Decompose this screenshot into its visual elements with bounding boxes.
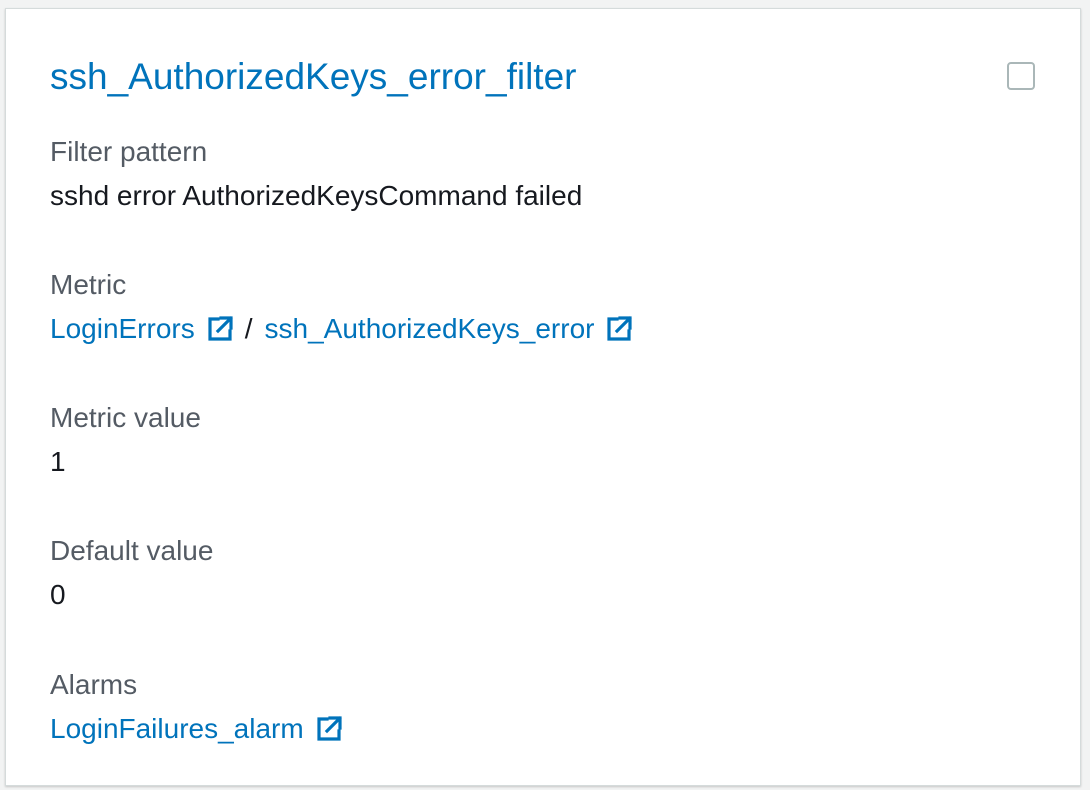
- metric-links-row: LoginErrors / ssh_AuthorizedKeys_error: [50, 312, 633, 346]
- external-link-icon[interactable]: [207, 316, 233, 342]
- filter-pattern-value: sshd error AuthorizedKeysCommand failed: [50, 180, 583, 211]
- external-link-icon[interactable]: [606, 316, 633, 342]
- select-filter-checkbox[interactable]: [1007, 62, 1035, 90]
- default-value: 0: [50, 579, 66, 610]
- metric-filter-card: ssh_AuthorizedKeys_error_filter Filter p…: [5, 8, 1081, 786]
- metric-separator: /: [244, 313, 253, 344]
- alarm-link[interactable]: LoginFailures_alarm: [50, 712, 304, 746]
- metric-namespace-link[interactable]: LoginErrors: [50, 312, 195, 346]
- default-value-label: Default value: [50, 535, 214, 566]
- filter-pattern-label: Filter pattern: [50, 136, 208, 167]
- alarms-label: Alarms: [50, 669, 138, 700]
- metric-value-label: Metric value: [50, 402, 201, 433]
- metric-name-link[interactable]: ssh_AuthorizedKeys_error: [265, 312, 595, 346]
- metric-label: Metric: [50, 269, 127, 300]
- filter-name-title: ssh_AuthorizedKeys_error_filter: [50, 56, 577, 97]
- metric-value: 1: [50, 446, 66, 477]
- alarms-links-row: LoginFailures_alarm: [50, 712, 342, 746]
- external-link-icon[interactable]: [316, 716, 342, 742]
